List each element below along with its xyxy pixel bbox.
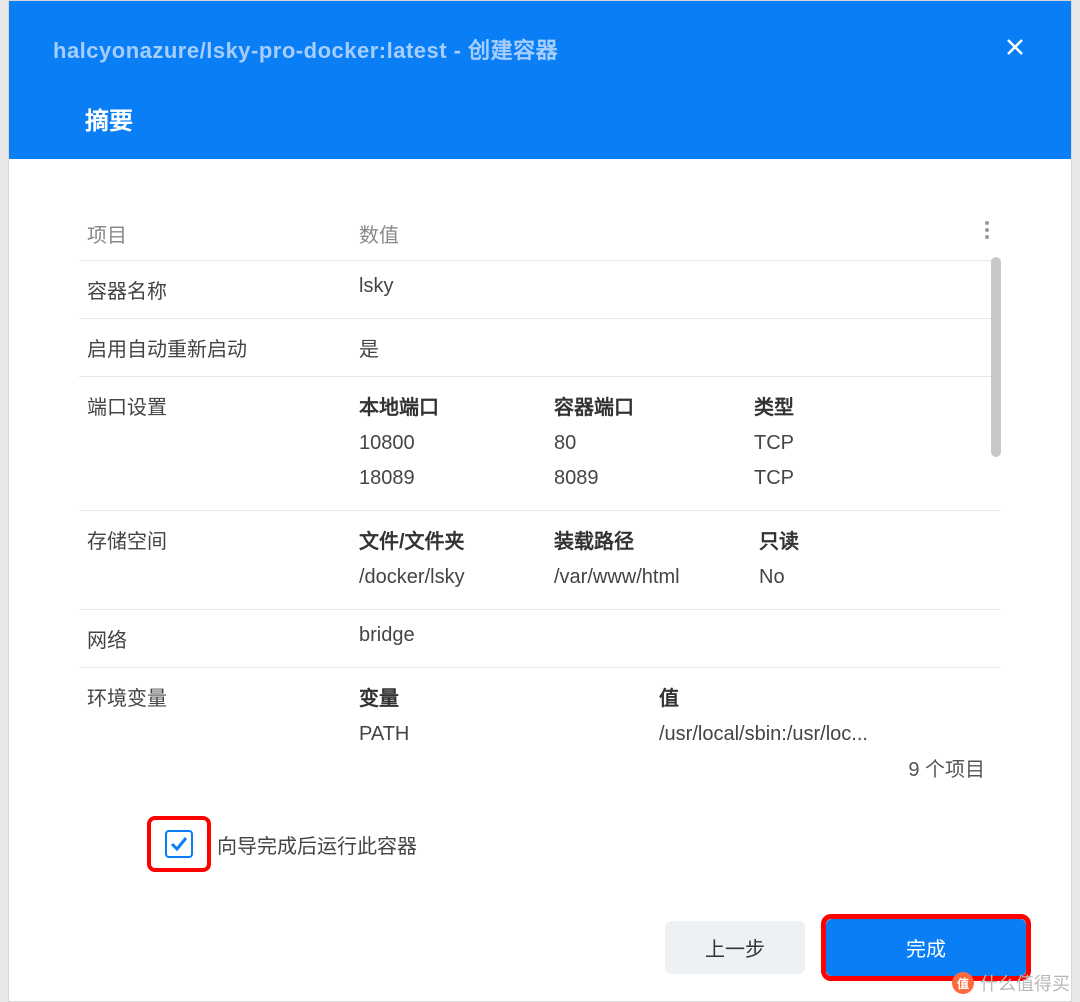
storage-header-mount: 装载路径 [554, 525, 759, 560]
dialog-header: halcyonazure/lsky-pro-docker:latest - 创建… [9, 1, 1071, 159]
row-label-storage: 存储空间 [79, 525, 359, 595]
close-button[interactable] [1005, 37, 1029, 61]
storage-header-file: 文件/文件夹 [359, 525, 554, 560]
row-label-network: 网络 [79, 624, 359, 653]
env-cell: /usr/local/sbin:/usr/loc... [659, 717, 979, 741]
row-label-port-settings: 端口设置 [79, 391, 359, 496]
port-cell: TCP [754, 426, 1001, 461]
port-header-local: 本地端口 [359, 391, 554, 426]
done-button[interactable]: 完成 [826, 919, 1026, 976]
port-header-type: 类型 [754, 391, 1001, 426]
row-label-env: 环境变量 [79, 682, 359, 741]
column-header-value: 数值 [359, 219, 1001, 248]
watermark-text: 什么值得买 [980, 970, 1070, 996]
run-after-wizard-checkbox[interactable] [165, 830, 193, 858]
back-button[interactable]: 上一步 [665, 921, 805, 974]
port-cell: 80 [554, 426, 754, 461]
storage-cell: /var/www/html [554, 560, 759, 595]
row-value-container-name: lsky [359, 275, 1001, 304]
checkbox-highlight [147, 816, 211, 872]
row-value-env: 变量 值 PATH /usr/local/sbin:/usr/loc... [359, 682, 1001, 741]
port-cell: 18089 [359, 461, 554, 496]
storage-cell: No [759, 560, 1001, 595]
scrollbar-thumb[interactable] [991, 257, 1001, 457]
port-cell: 10800 [359, 426, 554, 461]
row-label-container-name: 容器名称 [79, 275, 359, 304]
row-label-auto-restart: 启用自动重新启动 [79, 333, 359, 362]
summary-table: 项目 数值 容器名称 lsky 启用自动重新启动 是 端口设置 [79, 207, 1001, 737]
checkmark-icon [170, 835, 188, 853]
port-cell: TCP [754, 461, 1001, 496]
dialog-footer: 上一步 完成 [9, 874, 1071, 1001]
column-header-label: 项目 [79, 219, 359, 248]
table-body: 容器名称 lsky 启用自动重新启动 是 端口设置 本地端口 容器端口 类型 1… [79, 261, 1001, 741]
dialog-title: halcyonazure/lsky-pro-docker:latest - 创建… [53, 33, 1027, 65]
close-icon [1005, 37, 1025, 57]
port-header-container: 容器端口 [554, 391, 754, 426]
table-header-row: 项目 数值 [79, 207, 1001, 261]
storage-cell: /docker/lsky [359, 560, 554, 595]
dialog-heading: 摘要 [53, 101, 1027, 136]
run-after-wizard-label: 向导完成后运行此容器 [217, 830, 417, 859]
item-count-label: 9 个项目 [79, 737, 1001, 782]
row-value-storage: 文件/文件夹 装载路径 只读 /docker/lsky /var/www/htm… [359, 525, 1001, 595]
create-container-dialog: halcyonazure/lsky-pro-docker:latest - 创建… [8, 0, 1072, 1002]
watermark-logo-icon: 值 [952, 972, 974, 994]
env-header-value: 值 [659, 682, 1001, 717]
port-cell: 8089 [554, 461, 754, 496]
storage-header-readonly: 只读 [759, 525, 1001, 560]
row-value-network: bridge [359, 624, 1001, 653]
table-row: 容器名称 lsky [79, 261, 1001, 319]
watermark: 值 什么值得买 [952, 970, 1070, 996]
table-more-button[interactable] [985, 221, 989, 244]
table-row: 端口设置 本地端口 容器端口 类型 10800 80 TCP 18089 808… [79, 377, 1001, 511]
dialog-body: 项目 数值 容器名称 lsky 启用自动重新启动 是 端口设置 [9, 159, 1071, 874]
table-row: 存储空间 文件/文件夹 装载路径 只读 /docker/lsky /var/ww… [79, 511, 1001, 610]
run-after-wizard-row: 向导完成后运行此容器 [79, 782, 1001, 872]
table-row: 网络 bridge [79, 610, 1001, 668]
table-row: 环境变量 变量 值 PATH /usr/local/sbin:/usr/loc.… [79, 668, 1001, 741]
row-value-auto-restart: 是 [359, 333, 1001, 362]
env-cell: PATH [359, 717, 659, 741]
dots-vertical-icon [985, 221, 989, 239]
table-row: 启用自动重新启动 是 [79, 319, 1001, 377]
env-header-variable: 变量 [359, 682, 659, 717]
row-value-port-settings: 本地端口 容器端口 类型 10800 80 TCP 18089 8089 TCP [359, 391, 1001, 496]
